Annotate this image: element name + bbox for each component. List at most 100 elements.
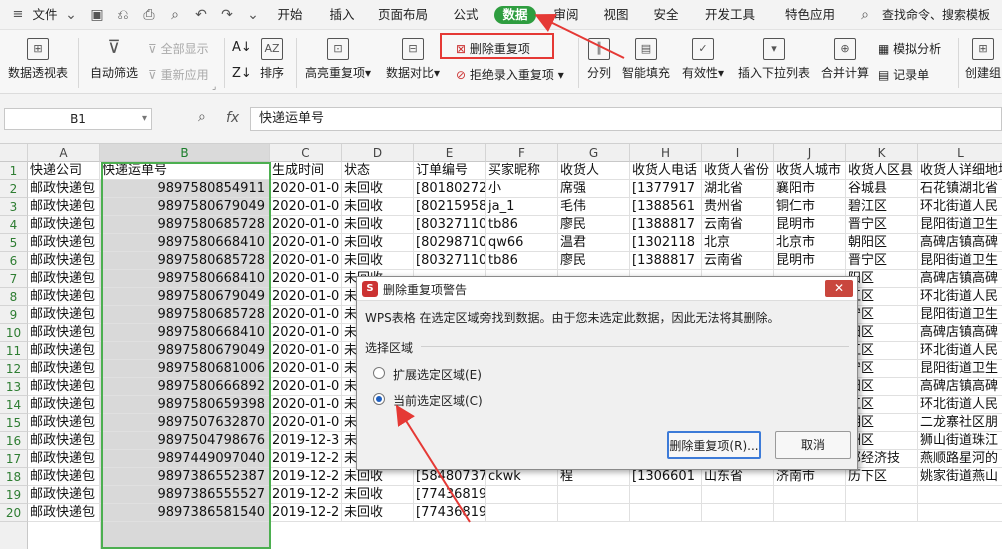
table-cell[interactable]: 9897507632870 bbox=[100, 414, 270, 432]
table-cell[interactable]: 2020-01-0 bbox=[270, 342, 342, 360]
table-cell[interactable]: 未回收 bbox=[342, 468, 414, 486]
table-cell[interactable]: 小 bbox=[486, 180, 558, 198]
header-cell[interactable]: 生成时间 bbox=[270, 162, 342, 180]
table-cell[interactable]: 二龙寨社区朋 bbox=[918, 414, 1002, 432]
table-cell[interactable]: [80327110 bbox=[414, 252, 486, 270]
expand-selection-label[interactable]: 扩展选定区域(E) bbox=[393, 366, 482, 383]
row-header-9[interactable]: 9 bbox=[0, 306, 28, 324]
table-cell[interactable]: 山东省 bbox=[702, 468, 774, 486]
column-header-l[interactable]: L bbox=[918, 144, 1002, 162]
table-cell[interactable]: 狮山街道珠江 bbox=[918, 432, 1002, 450]
header-cell[interactable]: 收货人电话 bbox=[630, 162, 702, 180]
column-header-b[interactable]: B bbox=[100, 144, 270, 162]
row-header-13[interactable]: 13 bbox=[0, 378, 28, 396]
table-cell[interactable]: 未回收 bbox=[342, 198, 414, 216]
table-cell[interactable]: 9897580685728 bbox=[100, 306, 270, 324]
print-icon[interactable]: ⎙ bbox=[140, 6, 158, 24]
row-header-20[interactable]: 20 bbox=[0, 504, 28, 522]
table-cell[interactable] bbox=[486, 504, 558, 522]
redo-icon[interactable]: ↷ bbox=[218, 6, 236, 24]
row-header-10[interactable]: 10 bbox=[0, 324, 28, 342]
row-header-2[interactable]: 2 bbox=[0, 180, 28, 198]
table-cell[interactable]: 2020-01-0 bbox=[270, 216, 342, 234]
table-cell[interactable]: qw66 bbox=[486, 234, 558, 252]
header-cell[interactable]: 收货人省份 bbox=[702, 162, 774, 180]
table-cell[interactable]: 湖北省 bbox=[702, 180, 774, 198]
table-cell[interactable]: 邮政快递包 bbox=[28, 486, 100, 504]
sort-descending-icon[interactable]: Z↓ bbox=[232, 66, 252, 81]
table-cell[interactable]: tb86 bbox=[486, 216, 558, 234]
table-cell[interactable]: 未回收 bbox=[342, 180, 414, 198]
row-header-5[interactable]: 5 bbox=[0, 234, 28, 252]
select-all-corner[interactable] bbox=[0, 144, 28, 162]
table-cell[interactable]: [77436819558 bbox=[414, 486, 486, 504]
column-header-j[interactable]: J bbox=[774, 144, 846, 162]
table-cell[interactable] bbox=[558, 486, 630, 504]
table-cell[interactable]: 环北街道人民 bbox=[918, 288, 1002, 306]
table-cell[interactable]: 邮政快递包 bbox=[28, 396, 100, 414]
zoom-search-icon[interactable]: ⌕ bbox=[198, 109, 206, 125]
sort-button[interactable]: AZ 排序 bbox=[256, 38, 288, 81]
chevron-down-icon[interactable]: ▾ bbox=[142, 109, 147, 129]
table-cell[interactable]: 2019-12-2 bbox=[270, 486, 342, 504]
table-cell[interactable]: 9897580679049 bbox=[100, 288, 270, 306]
table-cell[interactable]: 2020-01-0 bbox=[270, 378, 342, 396]
current-selection-radio[interactable] bbox=[373, 393, 385, 405]
pivot-table-button[interactable]: ⊞ 数据透视表 bbox=[4, 38, 72, 81]
table-cell[interactable]: 环北街道人民 bbox=[918, 198, 1002, 216]
tab-review[interactable]: 审阅 bbox=[548, 6, 584, 24]
table-cell[interactable] bbox=[558, 504, 630, 522]
table-cell[interactable]: 2020-01-0 bbox=[270, 270, 342, 288]
row-header-18[interactable]: 18 bbox=[0, 468, 28, 486]
insert-dropdown-list-button[interactable]: ▾ 插入下拉列表 bbox=[734, 38, 814, 81]
table-cell[interactable]: 2020-01-0 bbox=[270, 360, 342, 378]
row-header-16[interactable]: 16 bbox=[0, 432, 28, 450]
table-cell[interactable]: 2020-01-0 bbox=[270, 306, 342, 324]
table-cell[interactable] bbox=[702, 486, 774, 504]
header-cell[interactable]: 收货人区县 bbox=[846, 162, 918, 180]
column-header-k[interactable]: K bbox=[846, 144, 918, 162]
table-cell[interactable]: 9897580679049 bbox=[100, 342, 270, 360]
tab-data[interactable]: 数据 bbox=[494, 6, 536, 24]
table-cell[interactable]: [58480737 bbox=[414, 468, 486, 486]
table-cell[interactable]: 2020-01-0 bbox=[270, 288, 342, 306]
header-cell[interactable]: 订单编号 bbox=[414, 162, 486, 180]
search-commands[interactable]: 查找命令、搜索模板 bbox=[874, 6, 998, 24]
tab-page-layout[interactable]: 页面布局 bbox=[374, 6, 432, 24]
table-cell[interactable]: 温君 bbox=[558, 234, 630, 252]
chevron-down-icon[interactable]: ⌄ bbox=[244, 6, 262, 24]
table-cell[interactable]: 邮政快递包 bbox=[28, 468, 100, 486]
table-cell[interactable]: 邮政快递包 bbox=[28, 198, 100, 216]
table-cell[interactable]: 邮政快递包 bbox=[28, 306, 100, 324]
table-cell[interactable]: 9897580679049 bbox=[100, 198, 270, 216]
reject-duplicates-button[interactable]: ⊘ 拒绝录入重复项 ▾ bbox=[456, 66, 564, 83]
table-cell[interactable]: 2020-01-0 bbox=[270, 252, 342, 270]
table-cell[interactable]: 廖民 bbox=[558, 216, 630, 234]
table-cell[interactable]: [77436819558 bbox=[414, 504, 486, 522]
table-cell[interactable]: 济南市 bbox=[774, 468, 846, 486]
table-cell[interactable]: 2019-12-2 bbox=[270, 504, 342, 522]
table-cell[interactable]: 邮政快递包 bbox=[28, 504, 100, 522]
table-cell[interactable]: 9897580854911 bbox=[100, 180, 270, 198]
table-cell[interactable]: 9897580666892 bbox=[100, 378, 270, 396]
tab-security[interactable]: 安全 bbox=[648, 6, 684, 24]
table-cell[interactable]: 邮政快递包 bbox=[28, 252, 100, 270]
chevron-down-icon[interactable]: ⌄ bbox=[62, 6, 80, 24]
smart-fill-button[interactable]: ▤ 智能填充 bbox=[620, 38, 672, 81]
table-cell[interactable]: 2020-01-0 bbox=[270, 198, 342, 216]
table-cell[interactable]: 未回收 bbox=[342, 504, 414, 522]
header-cell[interactable]: 快递运单号 bbox=[100, 162, 270, 180]
fx-icon[interactable]: fx bbox=[226, 110, 239, 126]
table-cell[interactable]: 9897580668410 bbox=[100, 324, 270, 342]
name-box[interactable]: B1 ▾ bbox=[4, 108, 152, 130]
table-cell[interactable]: 毛伟 bbox=[558, 198, 630, 216]
table-cell[interactable]: 9897580685728 bbox=[100, 216, 270, 234]
table-cell[interactable]: 昆阳街道卫生 bbox=[918, 306, 1002, 324]
table-cell[interactable] bbox=[486, 486, 558, 504]
table-cell[interactable]: 9897386552387 bbox=[100, 468, 270, 486]
table-cell[interactable]: 石花镇湖北省 bbox=[918, 180, 1002, 198]
table-cell[interactable]: 邮政快递包 bbox=[28, 324, 100, 342]
row-header-3[interactable]: 3 bbox=[0, 198, 28, 216]
table-cell[interactable]: 铜仁市 bbox=[774, 198, 846, 216]
table-cell[interactable]: [80327110 bbox=[414, 216, 486, 234]
